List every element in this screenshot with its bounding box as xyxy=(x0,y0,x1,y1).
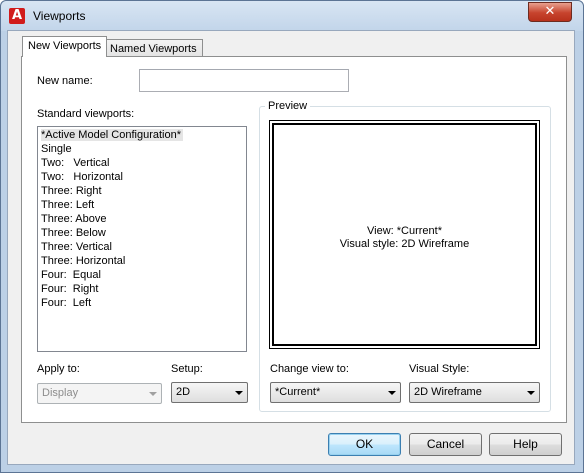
apply-to-value: Display xyxy=(42,387,79,399)
list-item[interactable]: Four: Left xyxy=(38,296,246,310)
list-item-label: *Active Model Configuration* xyxy=(41,129,184,141)
list-item[interactable]: *Active Model Configuration* xyxy=(38,128,246,142)
chevron-down-icon xyxy=(235,391,243,395)
preview-pane: View: *Current* Visual style: 2D Wirefra… xyxy=(269,120,540,349)
visual-style-dropdown[interactable]: 2D Wireframe xyxy=(409,382,540,403)
list-item[interactable]: Four: Right xyxy=(38,282,246,296)
visual-style-value: 2D Wireframe xyxy=(414,386,482,398)
chevron-down-icon xyxy=(527,391,535,395)
list-item[interactable]: Three: Right xyxy=(38,184,246,198)
help-button[interactable]: Help xyxy=(489,433,562,456)
ok-button[interactable]: OK xyxy=(328,433,401,456)
list-item[interactable]: Two: Vertical xyxy=(38,156,246,170)
preview-style-text: Visual style: 2D Wireframe xyxy=(339,238,470,250)
list-item[interactable]: Three: Vertical xyxy=(38,240,246,254)
chevron-down-icon xyxy=(149,392,157,396)
list-item[interactable]: Three: Horizontal xyxy=(38,254,246,268)
list-item[interactable]: Single xyxy=(38,142,246,156)
chevron-down-icon xyxy=(388,391,396,395)
apply-to-label: Apply to: xyxy=(37,363,80,375)
preview-view-text: View: *Current* xyxy=(367,225,442,237)
list-item[interactable]: Four: Equal xyxy=(38,268,246,282)
list-item[interactable]: Three: Below xyxy=(38,226,246,240)
setup-label: Setup: xyxy=(171,363,203,375)
preview-group-title: Preview xyxy=(265,100,311,112)
standard-viewports-list[interactable]: *Active Model Configuration* Single Two:… xyxy=(37,126,247,352)
change-view-to-label: Change view to: xyxy=(270,363,349,375)
setup-dropdown[interactable]: 2D xyxy=(171,382,248,403)
standard-viewports-label: Standard viewports: xyxy=(37,108,135,120)
new-name-label: New name: xyxy=(37,75,93,87)
list-item[interactable]: Two: Horizontal xyxy=(38,170,246,184)
visual-style-label: Visual Style: xyxy=(409,363,470,375)
setup-value: 2D xyxy=(176,386,191,398)
new-name-input[interactable] xyxy=(139,69,349,92)
cancel-button[interactable]: Cancel xyxy=(409,433,482,456)
list-item[interactable]: Three: Above xyxy=(38,212,246,226)
preview-caption: View: *Current* Visual style: 2D Wirefra… xyxy=(274,225,535,251)
list-item[interactable]: Three: Left xyxy=(38,198,246,212)
apply-to-dropdown[interactable]: Display xyxy=(37,383,162,404)
preview-viewport-frame: View: *Current* Visual style: 2D Wirefra… xyxy=(272,123,537,346)
change-view-to-value: *Current* xyxy=(275,386,321,398)
change-view-to-dropdown[interactable]: *Current* xyxy=(270,382,401,403)
